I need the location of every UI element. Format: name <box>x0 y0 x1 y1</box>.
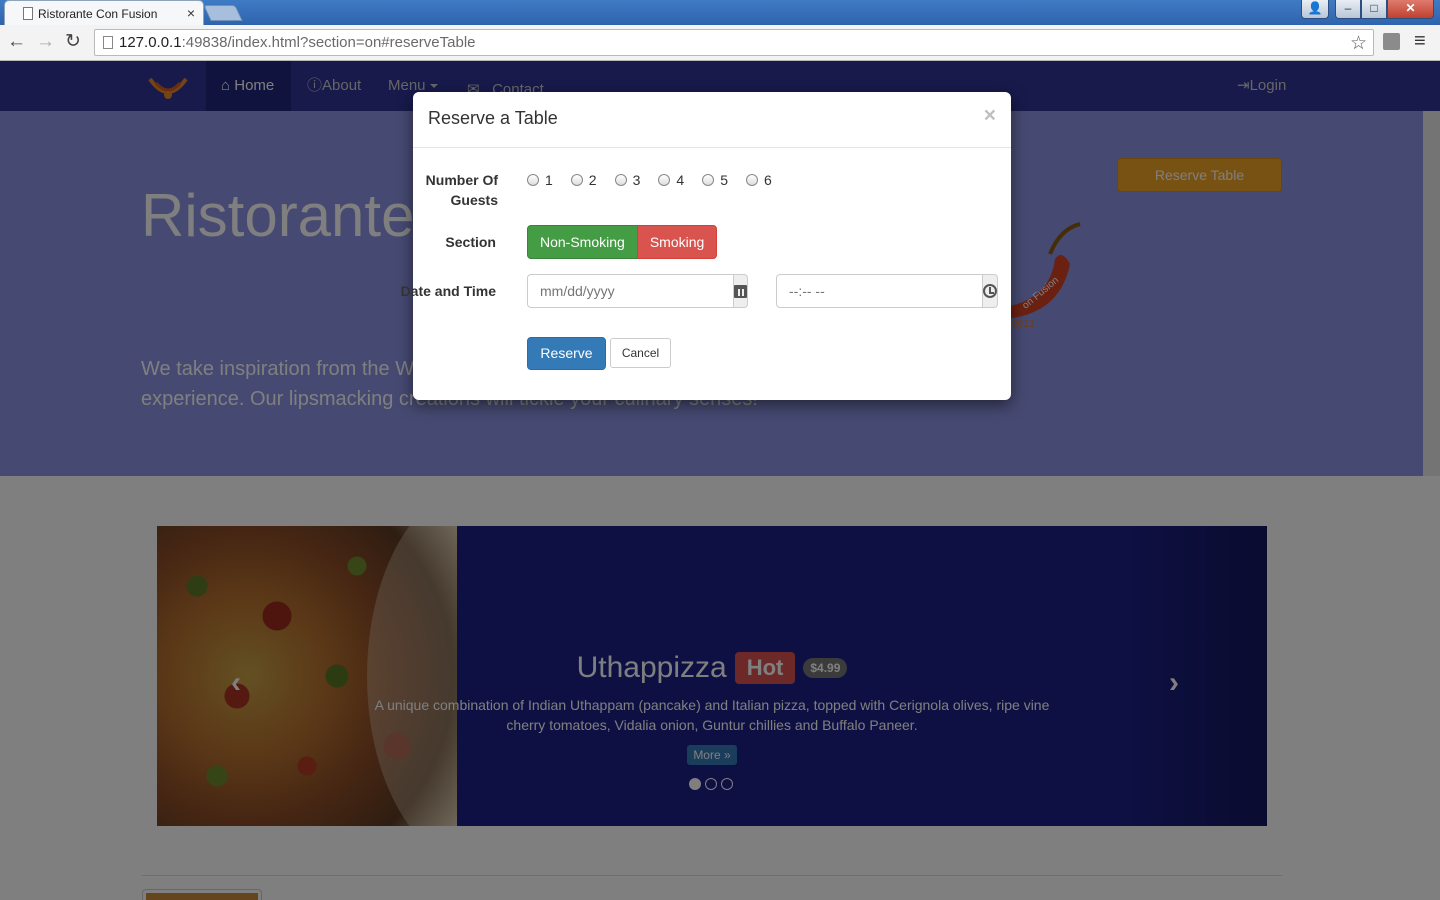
date-picker-button[interactable] <box>734 274 748 308</box>
guest-option-1[interactable]: 1 <box>527 170 553 190</box>
minimize-button[interactable]: – <box>1335 0 1361 19</box>
browser-menu-icon[interactable]: ≡ <box>1414 30 1426 53</box>
section-button-group: Non-Smoking Smoking <box>527 225 718 259</box>
close-window-button[interactable]: ✕ <box>1387 0 1434 19</box>
user-profile-button[interactable]: 👤 <box>1301 0 1329 19</box>
reserve-button[interactable]: Reserve <box>527 337 606 370</box>
modal-header: Reserve a Table × <box>413 92 1011 148</box>
tab-title: Ristorante Con Fusion <box>38 7 158 21</box>
page-icon <box>23 7 33 20</box>
guest-option-5[interactable]: 5 <box>702 170 728 190</box>
section-label: Section <box>445 234 496 250</box>
radio-button[interactable] <box>745 174 758 186</box>
reserve-table-modal: Reserve a Table × Number Of Guests 1 2 3… <box>401 92 1011 400</box>
time-picker-button[interactable] <box>983 274 998 308</box>
time-input-group <box>776 274 998 308</box>
browser-toolbar: ← → ↻ 127.0.0.1:49838/index.html?section… <box>0 25 1440 61</box>
forward-arrow-icon[interactable]: → <box>36 30 55 54</box>
browser-titlebar: Ristorante Con Fusion × 👤 – □ ✕ <box>0 0 1440 26</box>
page-icon <box>103 36 113 49</box>
page-content: ⌂ Home ⓘAbout Menu ✉ Contact ⇥Login Rist… <box>0 61 1440 900</box>
radio-button[interactable] <box>570 174 583 186</box>
close-icon[interactable]: × <box>984 104 996 128</box>
extension-icon[interactable] <box>1383 33 1400 50</box>
guest-option-label: 6 <box>763 172 772 188</box>
smoking-button[interactable]: Smoking <box>636 225 718 259</box>
guest-option-label: 5 <box>720 172 728 188</box>
radio-button[interactable] <box>658 174 671 186</box>
back-arrow-icon[interactable]: ← <box>7 30 26 54</box>
maximize-button[interactable]: □ <box>1361 0 1387 19</box>
guest-option-label: 2 <box>588 172 597 188</box>
date-input[interactable] <box>527 274 734 308</box>
url-path: :49838/index.html?section=on#reserveTabl… <box>181 34 476 51</box>
radio-button[interactable] <box>702 174 715 186</box>
guest-option-3[interactable]: 3 <box>614 170 641 190</box>
guests-label: Number Of Guests <box>425 172 498 208</box>
non-smoking-button[interactable]: Non-Smoking <box>527 225 638 259</box>
calendar-icon <box>734 284 747 298</box>
guest-option-label: 4 <box>676 172 685 188</box>
guest-option-2[interactable]: 2 <box>570 170 597 190</box>
url-host: 127.0.0.1 <box>119 34 182 51</box>
radio-button[interactable] <box>614 174 627 186</box>
browser-tab[interactable]: Ristorante Con Fusion × <box>4 0 204 26</box>
clock-icon <box>983 284 997 298</box>
bookmark-star-icon[interactable]: ☆ <box>1350 32 1367 55</box>
new-tab-button[interactable] <box>203 5 243 21</box>
time-input[interactable] <box>776 274 983 308</box>
guest-option-6[interactable]: 6 <box>745 170 772 190</box>
modal-title: Reserve a Table <box>428 108 558 128</box>
guest-option-4[interactable]: 4 <box>658 170 684 190</box>
guest-option-label: 3 <box>632 172 641 188</box>
tab-close-icon[interactable]: × <box>187 5 195 21</box>
guest-option-label: 1 <box>545 172 553 188</box>
address-bar[interactable]: 127.0.0.1:49838/index.html?section=on#re… <box>94 29 1374 56</box>
date-input-group <box>527 274 748 308</box>
datetime-label: Date and Time <box>400 283 496 299</box>
guests-radio-group: 1 2 3 4 5 6 <box>527 170 790 190</box>
cancel-button[interactable]: Cancel <box>610 338 671 368</box>
reload-icon[interactable]: ↻ <box>65 30 81 54</box>
radio-button[interactable] <box>527 174 539 186</box>
